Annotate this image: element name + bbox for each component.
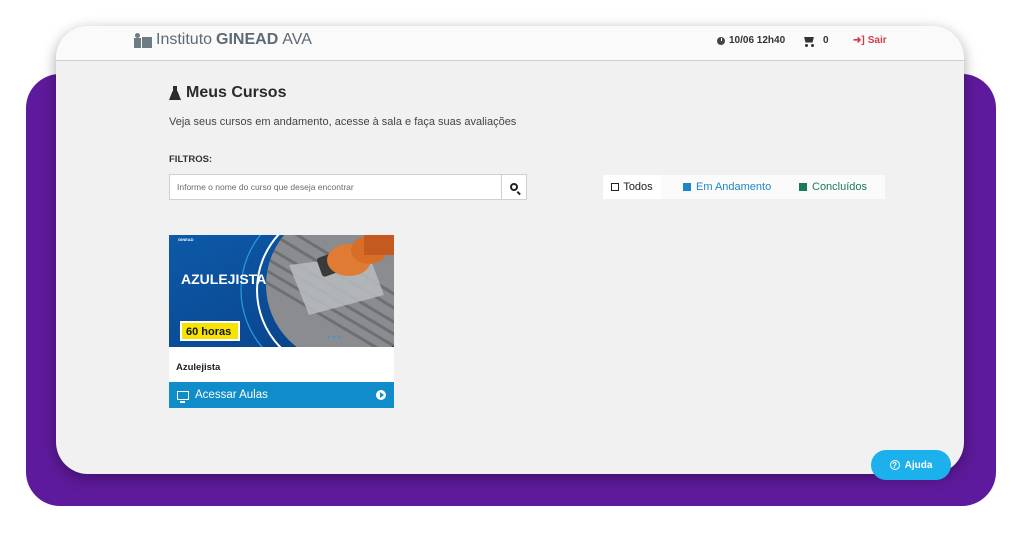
thumb-title: AZULEJISTA bbox=[181, 271, 266, 287]
filter-tab-em-andamento[interactable]: Em Andamento bbox=[683, 175, 771, 199]
datetime-text: 10/06 12h40 bbox=[729, 35, 786, 46]
square-icon bbox=[683, 183, 691, 191]
datetime-display: 10/06 12h40 bbox=[717, 35, 785, 46]
brand-icon bbox=[134, 32, 152, 48]
square-outline-icon bbox=[611, 183, 620, 191]
cart-count: 0 bbox=[823, 35, 829, 46]
search-button[interactable] bbox=[501, 175, 526, 199]
course-card: GINEAD AZULEJISTA 60 horas Azulejista Ac… bbox=[169, 235, 394, 408]
search-input[interactable] bbox=[170, 175, 504, 199]
filter-tab-label: Concluídos bbox=[812, 181, 868, 193]
page-title: Meus Cursos bbox=[169, 84, 286, 102]
filter-tab-todos[interactable]: Todos bbox=[603, 175, 661, 199]
brand-logo[interactable]: Instituto GINEAD AVA bbox=[134, 31, 312, 49]
search-box bbox=[169, 174, 527, 200]
help-button[interactable]: ? Ajuda bbox=[871, 450, 951, 480]
sign-out-icon: ➜] bbox=[853, 35, 865, 46]
access-lessons-button[interactable]: Acessar Aulas bbox=[169, 382, 394, 408]
browser-window: Instituto GINEAD AVA 10/06 12h40 0 ➜] Sa… bbox=[56, 26, 964, 474]
thumb-logo: GINEAD bbox=[178, 237, 194, 242]
thumb-hours: 60 horas bbox=[186, 326, 231, 338]
filter-tab-label: Todos bbox=[623, 181, 653, 193]
brand-bold: GINEAD bbox=[216, 31, 279, 48]
cart-button[interactable]: 0 bbox=[803, 35, 829, 47]
filter-tabs: Todos Em Andamento Concluídos bbox=[603, 175, 885, 199]
page-subtitle: Veja seus cursos em andamento, acesse à … bbox=[169, 116, 517, 128]
brand-suffix: AVA bbox=[282, 31, 312, 48]
help-label: Ajuda bbox=[904, 459, 933, 471]
flask-icon bbox=[169, 86, 181, 100]
logout-label: Sair bbox=[867, 35, 887, 46]
monitor-icon bbox=[177, 390, 189, 403]
page-title-text: Meus Cursos bbox=[186, 84, 287, 101]
arrow-circle-right-icon bbox=[376, 390, 386, 400]
access-lessons-label: Acessar Aulas bbox=[195, 389, 268, 401]
brand-prefix: Instituto bbox=[156, 31, 213, 48]
top-navbar: Instituto GINEAD AVA 10/06 12h40 0 ➜] Sa… bbox=[56, 26, 964, 61]
cart-icon bbox=[803, 36, 815, 47]
filter-tab-concluidos[interactable]: Concluídos bbox=[799, 175, 867, 199]
course-thumbnail-image: GINEAD AZULEJISTA 60 horas bbox=[169, 235, 394, 347]
logout-button[interactable]: ➜] Sair bbox=[853, 35, 887, 46]
course-name: Azulejista bbox=[176, 362, 221, 373]
filter-tab-label: Em Andamento bbox=[696, 181, 772, 193]
question-circle-icon: ? bbox=[889, 460, 900, 470]
filters-label: FILTROS: bbox=[169, 154, 213, 165]
course-thumbnail[interactable]: GINEAD AZULEJISTA 60 horas bbox=[169, 235, 394, 347]
search-icon bbox=[510, 183, 518, 191]
square-icon bbox=[799, 183, 807, 191]
clock-icon bbox=[717, 36, 725, 45]
